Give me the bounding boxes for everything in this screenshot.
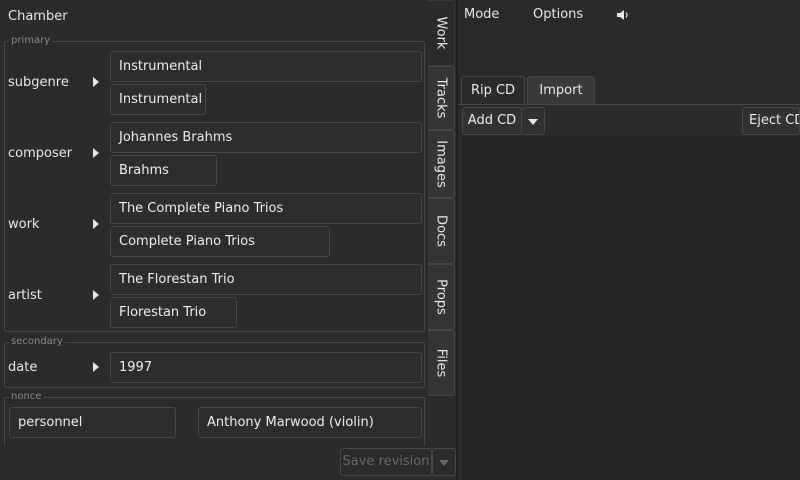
artist-field[interactable]: The Florestan Trio xyxy=(110,264,422,295)
chevron-down-icon xyxy=(528,119,538,125)
nonce-key-field[interactable]: personnel xyxy=(9,407,176,438)
add-cd-dropdown-button[interactable] xyxy=(521,107,545,135)
work-expand-arrow-icon[interactable] xyxy=(93,219,99,229)
composer-label: composer xyxy=(8,146,73,161)
subgenre-short-field[interactable]: Instrumental xyxy=(110,84,206,115)
primary-legend: primary xyxy=(11,35,51,46)
tab-props[interactable]: Props xyxy=(428,264,455,330)
date-expand-arrow-icon[interactable] xyxy=(93,362,99,372)
menu-options[interactable]: Options xyxy=(533,7,583,22)
tab-docs-label: Docs xyxy=(433,215,449,247)
tab-images[interactable]: Images xyxy=(428,130,455,198)
work-short-field[interactable]: Complete Piano Trios xyxy=(110,226,330,257)
metadata-panel: Chamber primary subgenre Instrumental In… xyxy=(0,0,456,480)
composer-short-field[interactable]: Brahms xyxy=(110,155,217,186)
save-revision-dropdown-button[interactable] xyxy=(432,448,456,476)
artist-label: artist xyxy=(8,288,42,303)
eject-cd-button[interactable]: Eject CD xyxy=(742,107,800,135)
tab-rip-cd[interactable]: Rip CD xyxy=(461,76,525,104)
date-label: date xyxy=(8,360,38,375)
tab-work[interactable]: Work xyxy=(428,0,455,66)
tab-files[interactable]: Files xyxy=(428,330,455,396)
tab-tracks-label: Tracks xyxy=(433,77,449,119)
add-cd-button[interactable]: Add CD xyxy=(462,107,522,135)
genre-title: Chamber xyxy=(8,9,68,24)
composer-expand-arrow-icon[interactable] xyxy=(93,148,99,158)
save-revision-button[interactable]: Save revision xyxy=(340,448,432,476)
subgenre-expand-arrow-icon[interactable] xyxy=(93,77,99,87)
work-field[interactable]: The Complete Piano Trios xyxy=(110,193,422,224)
artist-short-field[interactable]: Florestan Trio xyxy=(110,297,237,328)
secondary-legend: secondary xyxy=(11,336,63,347)
subgenre-field[interactable]: Instrumental xyxy=(110,51,422,82)
rip-content-area xyxy=(462,136,800,480)
nonce-legend: nonce xyxy=(11,391,42,402)
chevron-down-icon xyxy=(439,460,449,466)
tab-docs[interactable]: Docs xyxy=(428,198,455,264)
tab-images-label: Images xyxy=(433,140,449,188)
nonce-value-field[interactable]: Anthony Marwood (violin) xyxy=(198,407,422,438)
menu-mode[interactable]: Mode xyxy=(464,7,499,22)
tab-files-label: Files xyxy=(433,348,449,378)
tab-props-label: Props xyxy=(433,279,449,315)
speaker-icon[interactable] xyxy=(616,9,630,21)
work-label: work xyxy=(8,217,40,232)
composer-field[interactable]: Johannes Brahms xyxy=(110,122,422,153)
metadata-scroll-area: Chamber primary subgenre Instrumental In… xyxy=(0,0,428,446)
tab-work-label: Work xyxy=(433,16,449,50)
artist-expand-arrow-icon[interactable] xyxy=(93,290,99,300)
tab-import[interactable]: Import xyxy=(527,76,595,104)
date-field[interactable]: 1997 xyxy=(110,352,422,383)
subgenre-label: subgenre xyxy=(8,75,69,90)
tab-tracks[interactable]: Tracks xyxy=(428,66,455,130)
